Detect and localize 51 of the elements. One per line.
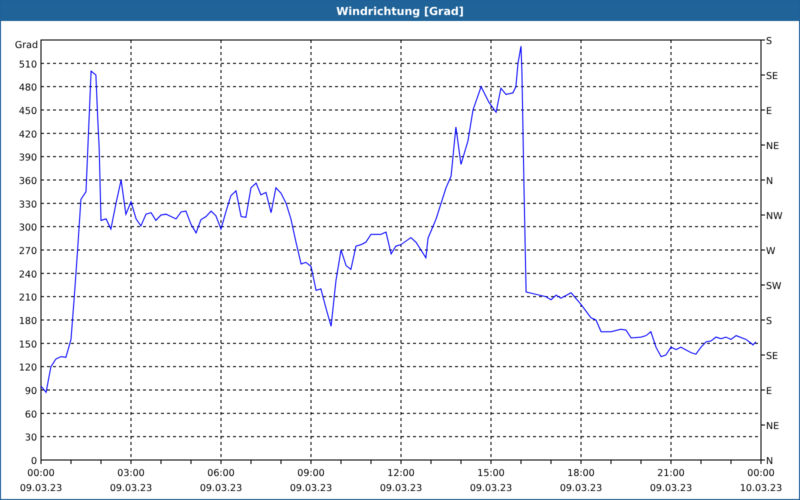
y-tick-label: 90 bbox=[24, 386, 37, 397]
x-tick-label: 21:00 bbox=[657, 468, 685, 479]
compass-tick-label: E bbox=[766, 386, 772, 397]
window-title: Windrichtung [Grad] bbox=[1, 1, 799, 21]
x-tick-date: 09.03.23 bbox=[200, 483, 242, 494]
x-tick-date: 09.03.23 bbox=[650, 483, 692, 494]
compass-tick-label: S bbox=[766, 316, 772, 327]
x-tick-label: 03:00 bbox=[117, 468, 145, 479]
compass-tick-label: SE bbox=[766, 351, 778, 362]
y-tick-label: 180 bbox=[18, 316, 37, 327]
x-tick-label: 06:00 bbox=[207, 468, 235, 479]
compass-tick-label: NE bbox=[766, 421, 780, 432]
y-tick-label: 210 bbox=[18, 292, 37, 304]
y-tick-label: 270 bbox=[18, 246, 37, 257]
compass-tick-label: W bbox=[766, 246, 776, 257]
y-tick-label: 120 bbox=[18, 362, 37, 374]
y-tick-label: 420 bbox=[18, 129, 37, 140]
x-tick-label: 00:00 bbox=[27, 468, 55, 479]
x-tick-date: 09.03.23 bbox=[470, 483, 512, 494]
y-axis-title: Grad bbox=[14, 40, 38, 51]
x-tick-date: 09.03.23 bbox=[290, 483, 332, 494]
y-tick-label: 360 bbox=[18, 176, 37, 187]
y-tick-label: 150 bbox=[18, 339, 37, 350]
x-tick-label: 09:00 bbox=[297, 468, 325, 479]
compass-tick-label: N bbox=[766, 176, 774, 187]
compass-tick-label: NE bbox=[766, 141, 780, 152]
x-tick-label: 00:00 bbox=[747, 468, 775, 479]
x-tick-label: 12:00 bbox=[387, 468, 415, 479]
y-tick-label: 450 bbox=[18, 106, 37, 117]
x-tick-date: 09.03.23 bbox=[110, 483, 152, 494]
x-tick-date: 09.03.23 bbox=[380, 483, 422, 494]
y-tick-label: 240 bbox=[18, 269, 37, 280]
y-tick-label: 390 bbox=[18, 152, 37, 164]
compass-tick-label: N bbox=[766, 456, 774, 467]
compass-tick-label: S bbox=[766, 36, 772, 47]
y-tick-label: 510 bbox=[18, 59, 37, 70]
x-tick-label: 18:00 bbox=[567, 468, 595, 479]
compass-tick-label: SW bbox=[766, 281, 782, 292]
compass-tick-label: E bbox=[766, 106, 772, 117]
y-tick-label: 480 bbox=[18, 82, 37, 94]
x-tick-date: 10.03.23 bbox=[740, 483, 782, 494]
y-tick-label: 0 bbox=[30, 456, 37, 467]
y-tick-label: 60 bbox=[24, 409, 37, 420]
x-tick-date: 09.03.23 bbox=[20, 483, 62, 494]
y-tick-label: 330 bbox=[18, 199, 37, 210]
compass-tick-label: NW bbox=[766, 211, 782, 222]
y-tick-label: 300 bbox=[18, 222, 37, 234]
x-tick-label: 15:00 bbox=[477, 468, 505, 479]
x-tick-date: 09.03.23 bbox=[560, 483, 602, 494]
y-tick-label: 30 bbox=[24, 432, 37, 444]
compass-tick-label: SE bbox=[766, 71, 778, 82]
